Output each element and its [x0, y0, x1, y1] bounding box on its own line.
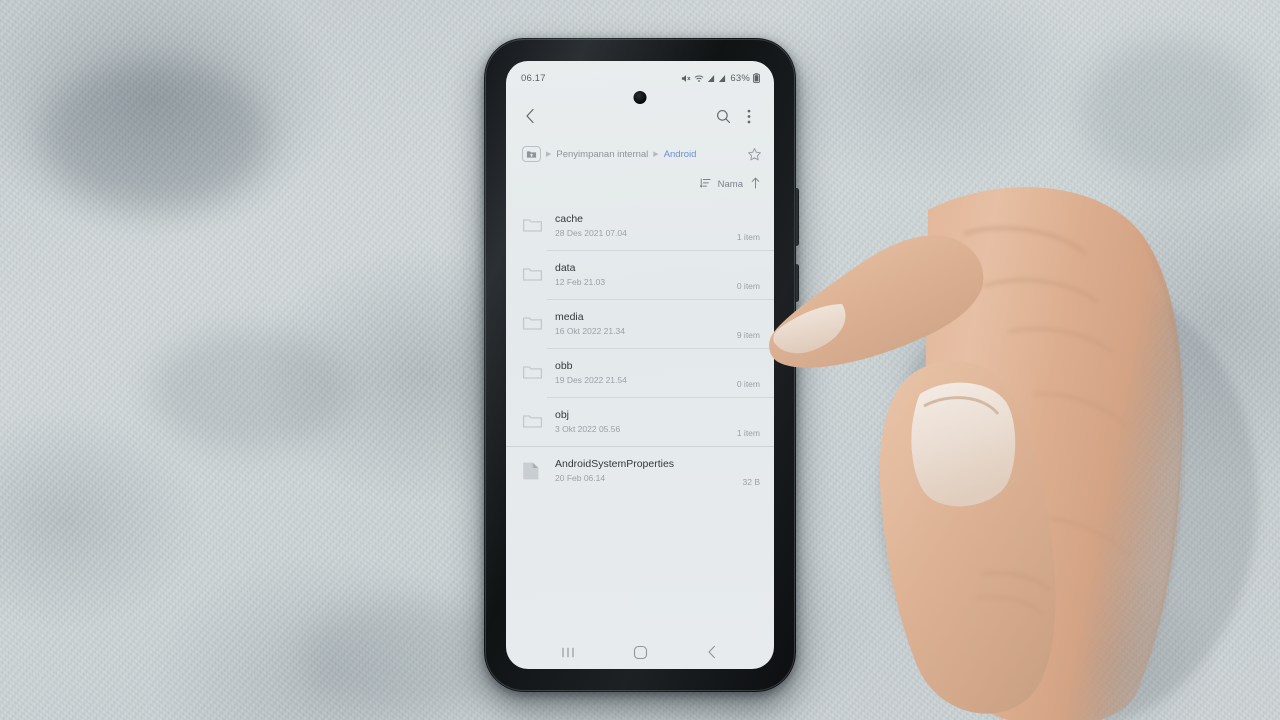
folder-icon — [522, 413, 549, 430]
home-button[interactable] — [623, 640, 657, 664]
search-button[interactable] — [710, 103, 736, 129]
chevron-left-icon — [525, 108, 534, 124]
back-button[interactable] — [695, 640, 729, 664]
thumbnail — [911, 382, 1016, 507]
sort-label[interactable]: Nama — [718, 179, 743, 190]
breadcrumb-separator: ▶ — [546, 151, 552, 158]
folder-icon — [522, 217, 549, 234]
recents-button[interactable] — [551, 640, 585, 664]
list-item-date: 20 Feb 06.14 — [555, 472, 606, 483]
search-icon — [716, 109, 730, 123]
list-item-name: data — [555, 261, 576, 274]
list-item-body: data 12 Feb 21.03 — [549, 261, 729, 289]
sort-lines-icon[interactable] — [699, 177, 711, 191]
folder-icon — [522, 315, 549, 332]
list-item-name: media — [555, 310, 584, 323]
list-item-date: 16 Okt 2022 21.34 — [555, 325, 625, 336]
front-camera-punchhole — [633, 91, 647, 104]
list-item-name: AndroidSystemProperties — [555, 457, 675, 470]
breadcrumb-separator: ▶ — [653, 151, 659, 158]
status-time: 06.17 — [521, 72, 546, 84]
recents-icon — [562, 647, 574, 657]
signal-icon — [718, 74, 726, 83]
back-chevron-icon — [708, 645, 715, 659]
list-item-meta: 0 item — [736, 379, 760, 389]
star-outline-icon — [748, 147, 761, 160]
list-item[interactable]: AndroidSystemProperties 20 Feb 06.14 32 … — [506, 446, 774, 495]
arrow-up-icon[interactable] — [750, 177, 761, 192]
list-item-date: 3 Okt 2022 05.56 — [555, 423, 621, 434]
battery-percent-label: 63% — [730, 72, 750, 84]
list-item-body: media 16 Okt 2022 21.34 — [549, 310, 729, 338]
list-item-meta: 0 item — [736, 281, 760, 291]
file-list: cache 28 Des 2021 07.04 1 item data 12 F… — [506, 197, 774, 495]
status-icons: 63% — [681, 73, 760, 84]
list-item-body: obj 3 Okt 2022 05.56 — [549, 408, 729, 436]
list-item-date: 28 Des 2021 07.04 — [555, 227, 627, 238]
breadcrumb-item-android[interactable]: Android — [664, 149, 697, 160]
sort-bar: Nama — [506, 171, 774, 197]
list-item-body: obb 19 Des 2022 21.54 — [549, 359, 729, 387]
list-item-name: obb — [555, 359, 573, 372]
file-icon — [522, 461, 549, 481]
list-item-date: 19 Des 2022 21.54 — [555, 374, 627, 385]
scene: 06.17 63% ▶ Penyimpanan internal ▶ Andro… — [0, 0, 1280, 720]
breadcrumb-item-internal-storage[interactable]: Penyimpanan internal — [556, 149, 648, 160]
home-square-icon — [633, 645, 647, 659]
list-item-name: cache — [555, 212, 584, 225]
list-item-body: cache 28 Des 2021 07.04 — [549, 212, 729, 240]
battery-icon — [753, 73, 760, 83]
list-item-meta: 1 item — [736, 232, 760, 242]
mute-icon — [681, 74, 691, 83]
background-smudge — [1080, 40, 1260, 180]
list-item-meta: 1 item — [736, 428, 760, 438]
favorite-button[interactable] — [747, 147, 762, 162]
list-item[interactable]: obj 3 Okt 2022 05.56 1 item — [506, 397, 774, 446]
background-smudge — [150, 330, 350, 450]
list-item[interactable]: obb 19 Des 2022 21.54 0 item — [506, 348, 774, 397]
list-item-name: obj — [555, 408, 570, 421]
list-item-meta: 9 item — [736, 330, 760, 340]
folder-icon — [522, 364, 549, 381]
list-item-meta: 32 B — [742, 477, 761, 487]
more-options-button[interactable] — [736, 103, 762, 129]
list-item[interactable]: data 12 Feb 21.03 0 item — [506, 250, 774, 299]
phone-screen[interactable]: 06.17 63% ▶ Penyimpanan internal ▶ Andro… — [506, 61, 774, 669]
hand-pointing — [768, 170, 1280, 720]
more-vertical-icon — [747, 109, 751, 123]
list-item[interactable]: cache 28 Des 2021 07.04 1 item — [506, 201, 774, 250]
status-bar: 06.17 63% — [506, 61, 774, 95]
back-button[interactable] — [517, 103, 543, 129]
phone-device: 06.17 63% ▶ Penyimpanan internal ▶ Andro… — [484, 38, 799, 692]
signal-icon — [707, 74, 715, 83]
breadcrumb-home-button[interactable] — [522, 146, 541, 162]
folder-icon — [522, 266, 549, 283]
list-item-date: 12 Feb 21.03 — [555, 276, 606, 287]
list-item[interactable]: media 16 Okt 2022 21.34 9 item — [506, 299, 774, 348]
system-nav-bar — [506, 635, 774, 669]
breadcrumb: ▶ Penyimpanan internal ▶ Android — [506, 137, 774, 171]
list-item-body: AndroidSystemProperties 20 Feb 06.14 — [549, 457, 735, 485]
wifi-icon — [694, 74, 704, 83]
background-smudge — [40, 60, 270, 210]
home-folder-icon — [526, 151, 537, 158]
